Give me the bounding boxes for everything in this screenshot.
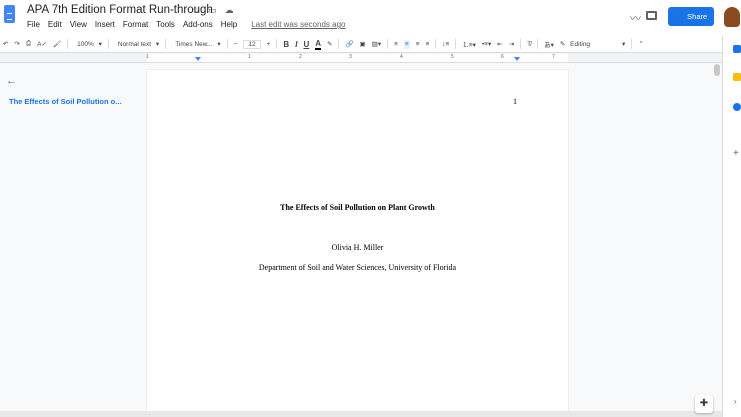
move-folder-icon[interactable]: ▭ bbox=[208, 5, 217, 16]
share-button[interactable]: 👤 Share bbox=[668, 7, 714, 26]
activity-icon[interactable]: 〰 bbox=[630, 10, 641, 26]
menu-edit[interactable]: Edit bbox=[48, 20, 62, 29]
align-center-icon[interactable]: ≡ bbox=[403, 39, 410, 49]
mode-dropdown-icon[interactable]: ▾ bbox=[622, 40, 625, 48]
keep-icon[interactable] bbox=[733, 73, 741, 81]
font-size-input[interactable]: 12 bbox=[243, 39, 261, 49]
divider bbox=[537, 39, 539, 49]
divider bbox=[455, 39, 457, 49]
divider bbox=[387, 39, 389, 49]
page-number: 1 bbox=[513, 97, 517, 106]
paper-title: The Effects of Soil Pollution on Plant G… bbox=[280, 203, 435, 212]
right-indent-marker[interactable] bbox=[514, 57, 520, 61]
undo-icon[interactable]: ↶ bbox=[3, 40, 8, 48]
author-name: Olivia H. Miller bbox=[331, 243, 384, 252]
clear-formatting-icon[interactable]: T̸ bbox=[527, 41, 531, 48]
header: APA 7th Edition Format Run-through ☆ ▭ ☁ F… bbox=[0, 0, 741, 36]
toolbar: ↶ ↷ ⎙ A✓ 🖌 100% ▾ Normal text ▾ Times Ne… bbox=[0, 36, 722, 53]
increase-indent-icon[interactable]: ⇥ bbox=[509, 40, 514, 48]
divider bbox=[520, 39, 522, 49]
link-icon[interactable]: 🔗 bbox=[345, 40, 353, 48]
divider bbox=[165, 39, 167, 49]
document-page[interactable]: 1 The Effects of Soil Pollution on Plant… bbox=[147, 70, 568, 417]
docs-logo-icon[interactable] bbox=[4, 5, 15, 23]
menu-tools[interactable]: Tools bbox=[156, 20, 175, 29]
menu-bar: File Edit View Insert Format Tools Add-o… bbox=[27, 20, 345, 29]
collapse-toolbar-icon[interactable]: ⌃ bbox=[638, 40, 643, 48]
menu-addons[interactable]: Add-ons bbox=[183, 20, 213, 29]
increase-size-button[interactable]: + bbox=[267, 41, 271, 48]
indent-marker[interactable] bbox=[195, 57, 201, 61]
menu-file[interactable]: File bbox=[27, 20, 40, 29]
spellcheck-icon[interactable]: A✓ bbox=[37, 40, 47, 48]
bulleted-list-icon[interactable]: •≡▾ bbox=[482, 40, 491, 48]
outline-item[interactable]: The Effects of Soil Pollution o... bbox=[9, 97, 122, 106]
underline-button[interactable]: U bbox=[303, 40, 309, 49]
last-edit-link[interactable]: Last edit was seconds ago bbox=[251, 20, 345, 29]
text-color-button[interactable]: A bbox=[315, 39, 321, 50]
vertical-scrollbar[interactable] bbox=[714, 64, 720, 76]
document-title[interactable]: APA 7th Edition Format Run-through bbox=[27, 4, 213, 16]
line-spacing-icon[interactable]: ↕≡ bbox=[442, 41, 449, 48]
tasks-icon[interactable] bbox=[733, 103, 741, 111]
font-select[interactable]: Times New... ▾ bbox=[172, 40, 220, 48]
redo-icon[interactable]: ↷ bbox=[14, 40, 19, 48]
comment-add-icon[interactable]: ▣ bbox=[360, 40, 366, 48]
divider bbox=[338, 39, 340, 49]
divider bbox=[67, 39, 69, 49]
menu-insert[interactable]: Insert bbox=[95, 20, 115, 29]
menu-format[interactable]: Format bbox=[123, 20, 148, 29]
justify-icon[interactable]: ≡ bbox=[426, 41, 430, 48]
zoom-select[interactable]: 100% ▾ bbox=[74, 40, 102, 48]
italic-button[interactable]: I bbox=[295, 40, 297, 49]
divider bbox=[435, 39, 437, 49]
decrease-size-button[interactable]: − bbox=[234, 41, 238, 48]
horizontal-scrollbar[interactable] bbox=[0, 411, 722, 417]
explore-icon[interactable]: ✚ bbox=[695, 395, 713, 413]
decrease-indent-icon[interactable]: ⇤ bbox=[497, 40, 502, 48]
highlight-icon[interactable]: ✎ bbox=[327, 40, 332, 48]
side-panel bbox=[722, 36, 741, 417]
menu-view[interactable]: View bbox=[70, 20, 87, 29]
menu-help[interactable]: Help bbox=[221, 20, 237, 29]
comments-icon[interactable] bbox=[646, 11, 657, 20]
style-select[interactable]: Normal text ▾ bbox=[115, 40, 159, 48]
affiliation: Department of Soil and Water Sciences, U… bbox=[258, 263, 457, 272]
input-tools-icon[interactable]: あ▾ bbox=[544, 39, 554, 49]
divider bbox=[107, 39, 109, 49]
divider bbox=[631, 39, 633, 49]
add-addon-icon[interactable]: + bbox=[733, 148, 739, 159]
bold-button[interactable]: B bbox=[283, 40, 289, 49]
image-icon[interactable]: ▨▾ bbox=[372, 40, 381, 48]
paint-format-icon[interactable]: 🖌 bbox=[53, 40, 61, 48]
back-arrow-icon[interactable]: ← bbox=[6, 75, 17, 87]
print-icon[interactable]: ⎙ bbox=[26, 40, 31, 48]
avatar[interactable] bbox=[724, 7, 740, 27]
cloud-icon[interactable]: ☁ bbox=[225, 5, 234, 16]
calendar-icon[interactable] bbox=[733, 45, 741, 53]
divider bbox=[226, 39, 228, 49]
divider bbox=[276, 39, 278, 49]
align-right-icon[interactable]: ≡ bbox=[416, 41, 420, 48]
ruler[interactable]: 1 1 2 3 4 5 6 7 bbox=[0, 53, 722, 63]
numbered-list-icon[interactable]: ⒈≡▾ bbox=[462, 39, 476, 49]
align-left-icon[interactable]: ≡ bbox=[394, 41, 398, 48]
person-icon: 👤 bbox=[674, 12, 685, 21]
editing-mode-select[interactable]: ✎ Editing bbox=[560, 40, 593, 48]
expand-panel-icon[interactable]: › bbox=[734, 397, 737, 406]
star-icon[interactable]: ☆ bbox=[192, 5, 200, 16]
